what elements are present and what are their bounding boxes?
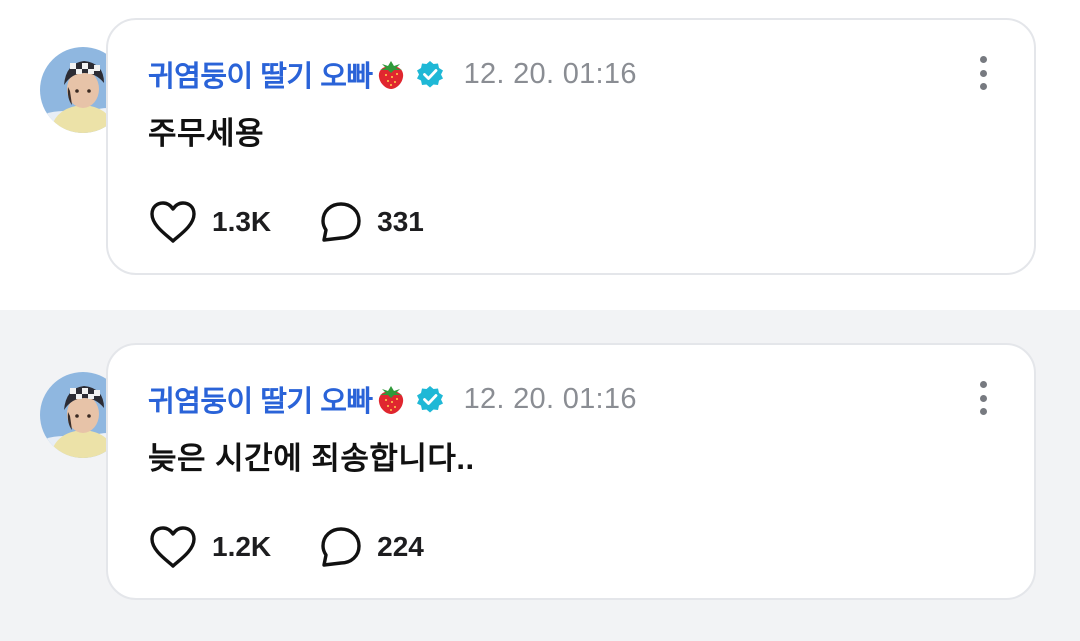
comment-count: 331	[377, 206, 424, 237]
author-name[interactable]: 귀염둥이 딸기 오빠	[148, 378, 373, 420]
verified-badge-icon	[416, 60, 444, 88]
heart-outline-icon	[150, 201, 196, 243]
comment-bubble-icon	[321, 202, 361, 242]
verified-badge-icon	[416, 385, 444, 413]
post-header: 귀염둥이 딸기 오빠 12. 20. 01:16	[148, 54, 637, 94]
strawberry-icon	[376, 383, 406, 415]
comment-bubble-icon	[321, 527, 361, 567]
author-name[interactable]: 귀염둥이 딸기 오빠	[148, 53, 373, 95]
more-vertical-icon	[979, 56, 987, 63]
comment-button[interactable]: 331	[319, 200, 424, 244]
post-timestamp: 12. 20. 01:16	[463, 57, 637, 90]
post-text: 늦은 시간에 죄송합니다..	[148, 441, 475, 476]
strawberry-icon	[376, 58, 406, 90]
more-options-button[interactable]	[976, 381, 990, 415]
more-vertical-icon	[979, 381, 987, 388]
heart-outline-icon	[150, 526, 196, 568]
post-feed: 귀염둥이 딸기 오빠 12. 20. 01:16 주무세용 1.3K 331 귀…	[0, 0, 1080, 641]
post-text: 주무세용	[148, 116, 265, 151]
more-options-button[interactable]	[976, 56, 990, 90]
post-actions: 1.2K 224	[148, 523, 424, 571]
like-count: 1.2K	[212, 531, 272, 562]
comment-count: 224	[377, 531, 424, 562]
post-actions: 1.3K 331	[148, 198, 424, 246]
post-card[interactable]: 귀염둥이 딸기 오빠 12. 20. 0	[106, 343, 1036, 600]
like-button[interactable]: 1.3K	[148, 199, 271, 245]
like-count: 1.3K	[212, 206, 272, 237]
post-timestamp: 12. 20. 01:16	[463, 382, 637, 415]
post-card[interactable]: 귀염둥이 딸기 오빠 12. 20. 0	[106, 18, 1036, 275]
post-header: 귀염둥이 딸기 오빠 12. 20. 01:16	[148, 379, 637, 419]
like-button[interactable]: 1.2K	[148, 524, 271, 570]
comment-button[interactable]: 224	[319, 525, 424, 569]
